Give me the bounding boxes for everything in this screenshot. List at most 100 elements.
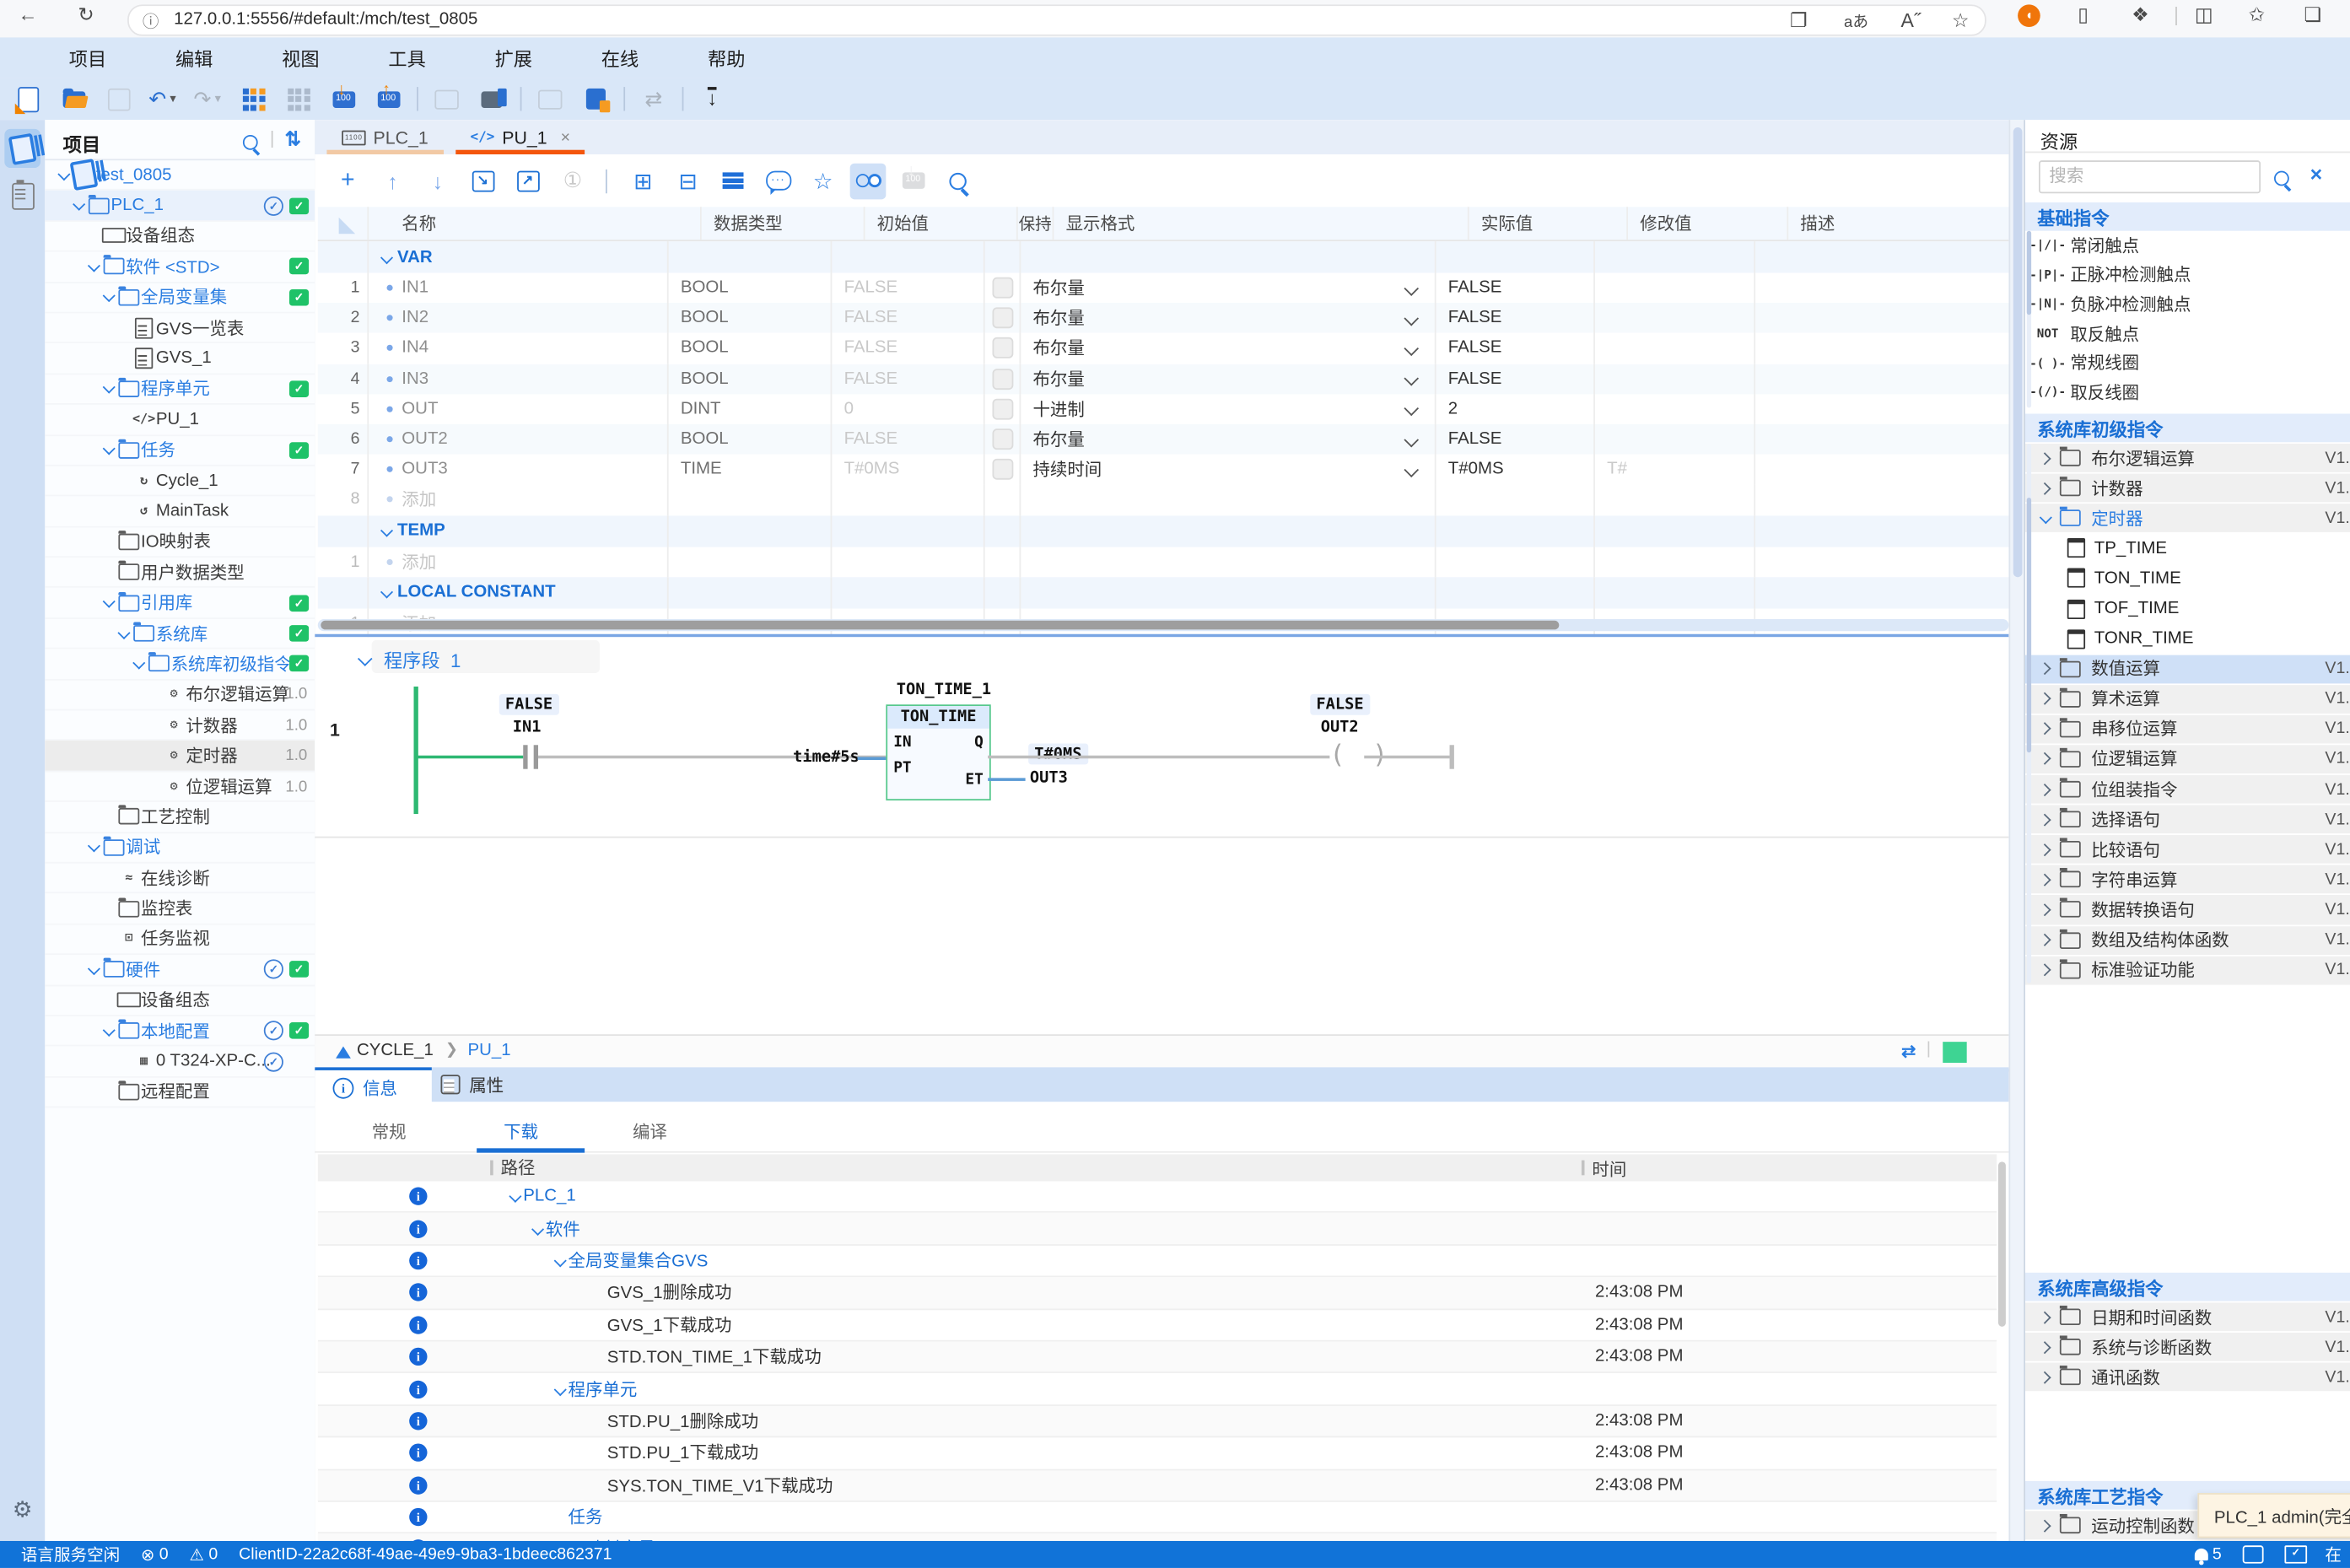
tree-item[interactable]: ⊡ 任务监视 ✓ ✓ (45, 924, 315, 955)
cell-keep[interactable] (985, 364, 1021, 394)
compare-icon[interactable]: ⇄ (637, 84, 670, 115)
open-project-icon[interactable] (57, 84, 90, 115)
block-instance-label[interactable]: TON_TIME_1 (897, 681, 991, 698)
library-item[interactable]: 算术运算 V1.0 (2025, 685, 2350, 714)
chevron-down-icon[interactable] (144, 782, 162, 791)
project-explorer-icon[interactable] (4, 129, 40, 168)
main-scroll-gutter[interactable] (2008, 120, 2025, 1541)
chevron-down-icon[interactable] (590, 1353, 607, 1361)
library-item[interactable]: 位组装指令 V1.0 (2025, 775, 2350, 804)
notifications-bell-icon[interactable] (2195, 1549, 2208, 1560)
basic-instruction-item[interactable]: -( )- 常规线圈 (2025, 348, 2350, 378)
tab-plc1[interactable]: 1100 PLC_1 (326, 120, 443, 154)
chevron-down-icon[interactable] (99, 293, 116, 302)
scrollbar-thumb[interactable] (2027, 498, 2031, 752)
device-io-icon[interactable] (579, 84, 612, 115)
info-row[interactable]: i PLC_1 (318, 1181, 1997, 1213)
info-row[interactable]: i 程序单元 (318, 1374, 1997, 1406)
cell-desc[interactable] (1755, 333, 2008, 364)
chevron-icon[interactable] (2037, 755, 2052, 764)
chevron-down-icon[interactable] (114, 476, 132, 485)
extension-logo-icon[interactable]: ◖ (2018, 4, 2040, 27)
cell-actual[interactable]: FALSE (1436, 424, 1595, 455)
group-advanced-header[interactable]: 系统库高级指令 (2025, 1273, 2350, 1301)
cell-keep[interactable] (985, 485, 1021, 515)
cell-format[interactable]: 布尔量 (1021, 364, 1436, 394)
chevron-icon[interactable] (2037, 815, 2052, 824)
favorite-icon[interactable]: ☆ (805, 163, 841, 199)
notification-count[interactable]: 5 (2213, 1545, 2222, 1563)
cell-type[interactable]: DINT (669, 394, 833, 424)
library-item[interactable]: 字符串运算 V1.0 (2025, 865, 2350, 894)
dropdown-chevron-icon[interactable] (1404, 462, 1419, 477)
cell-init[interactable]: T#0MS (832, 455, 984, 485)
cell-modify[interactable] (1595, 333, 1755, 364)
tree-item[interactable]: 软件 <STD> ✓ ✓ (45, 252, 315, 283)
menu-item[interactable]: 编辑 (175, 44, 213, 73)
chevron-down-icon[interactable] (114, 507, 132, 516)
chevron-down-icon[interactable] (358, 651, 373, 666)
chevron-down-icon[interactable] (99, 935, 116, 944)
tree-item[interactable]: ↻ Cycle_1 ✓ ✓ (45, 466, 315, 497)
cell-desc[interactable] (1755, 364, 2008, 394)
search-icon[interactable] (2274, 166, 2289, 193)
menu-item[interactable]: 在线 (601, 44, 639, 73)
col-type[interactable]: 数据类型 (702, 207, 865, 240)
cell-format[interactable]: 布尔量 (1021, 303, 1436, 333)
panel-layout-icon[interactable] (2243, 1545, 2264, 1563)
cell-format[interactable]: 持续时间 (1021, 455, 1436, 485)
tree-item[interactable]: 任务 ✓ ✓ (45, 435, 315, 466)
blocks-disabled-icon[interactable] (282, 84, 315, 115)
swap-view-icon[interactable]: ⇄ (1901, 1040, 1916, 1061)
horizontal-scrollbar[interactable] (318, 619, 2009, 631)
variable-row[interactable]: 3 IN4 BOOL FALSE 布尔量 FALSE (318, 333, 2009, 364)
chevron-down-icon[interactable] (99, 537, 116, 547)
chevron-icon[interactable] (2037, 1521, 2052, 1530)
col-format[interactable]: 显示格式 (1054, 207, 1469, 240)
chevron-icon[interactable] (2037, 514, 2052, 523)
tree-item[interactable]: ↺ MainTask ✓ ✓ (45, 497, 315, 527)
chevron-down-icon[interactable] (69, 201, 87, 210)
chevron-down-icon[interactable] (84, 232, 102, 241)
group-scrollbar[interactable] (2027, 231, 2031, 408)
cell-actual[interactable] (1436, 241, 1595, 272)
info-row[interactable]: i 软件 (318, 1213, 1997, 1245)
cell-actual[interactable] (1436, 547, 1595, 577)
save-icon[interactable] (102, 84, 135, 115)
tree-item[interactable]: 程序单元 ✓ ✓ (45, 374, 315, 405)
cell-format[interactable] (1021, 485, 1436, 515)
move-down-icon[interactable]: ↓ (420, 163, 456, 199)
variable-row[interactable]: 1 IN1 BOOL FALSE 布尔量 FALSE (318, 272, 2009, 303)
library-item[interactable]: 布尔逻辑运算 V1.0 (2025, 444, 2350, 472)
col-init[interactable]: 初始值 (865, 207, 1017, 240)
cell-name[interactable]: IN2 (369, 303, 668, 333)
section-chevron-icon[interactable] (376, 588, 397, 597)
variable-row[interactable]: VAR (318, 241, 2009, 272)
tree-item[interactable]: ⚙ 计数器 1.0 ✓ ✓ (45, 710, 315, 741)
tree-item[interactable]: 远程配置 ✓ ✓ (45, 1077, 315, 1107)
cell-init[interactable] (832, 485, 984, 515)
cell-keep[interactable] (985, 272, 1021, 303)
redo-icon[interactable]: ↷▼ (191, 84, 224, 115)
chevron-down-icon[interactable] (590, 1321, 607, 1329)
chevron-icon[interactable] (2037, 1372, 2052, 1382)
error-count[interactable]: ⊗0 (141, 1544, 169, 1564)
library-item[interactable]: 选择语句 V1.0 (2025, 806, 2350, 834)
collapse-all-icon[interactable]: ⇅ (285, 127, 301, 151)
cell-type[interactable] (669, 241, 833, 272)
cell-format[interactable]: 十进制 (1021, 394, 1436, 424)
site-info-icon[interactable]: ⓘ (143, 8, 159, 32)
insert-row-above-icon[interactable]: ⊞ (625, 163, 661, 199)
chevron-down-icon[interactable] (114, 629, 132, 639)
chevron-icon[interactable] (2037, 845, 2052, 854)
download-to-device-icon[interactable]: ↓100 (326, 84, 359, 115)
cell-desc[interactable] (1755, 577, 2008, 608)
cell-name[interactable]: OUT2 (369, 424, 668, 455)
tree-item[interactable]: GVS一览表 ✓ ✓ (45, 313, 315, 343)
cell-init[interactable] (832, 577, 984, 608)
subtab-compile[interactable]: 编译 (633, 1120, 667, 1144)
cell-type[interactable] (669, 485, 833, 515)
cell-keep[interactable] (985, 333, 1021, 364)
comment-icon[interactable]: ··· (760, 163, 796, 199)
library-item[interactable]: 数值运算 V1.0 (2025, 655, 2350, 683)
